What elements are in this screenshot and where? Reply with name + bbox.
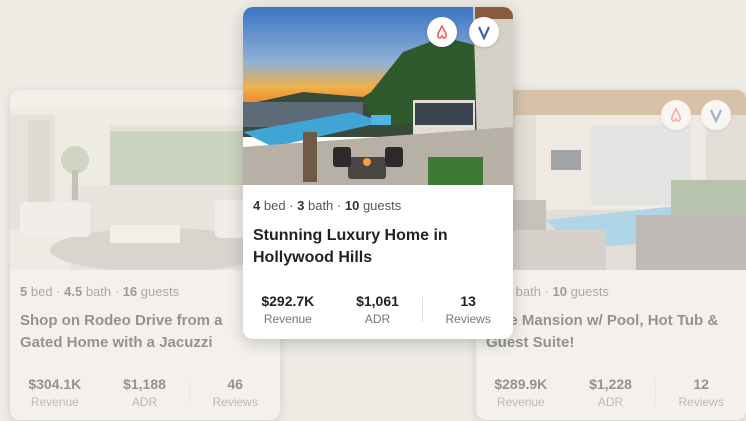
- reviews-label: Reviews: [678, 395, 724, 409]
- listing-stats: $289.9K Revenue $1,228 ADR 12 Reviews: [476, 376, 746, 409]
- listing-title[interactable]: Stunning Luxury Home in Hollywood Hills: [253, 225, 483, 269]
- adr-value: $1,061: [356, 293, 399, 309]
- living-room-photo: [10, 90, 280, 270]
- reviews-value: 46: [227, 376, 243, 392]
- revenue-value: $304.1K: [28, 376, 82, 392]
- listing-stats: $304.1K Revenue $1,188 ADR 46 Reviews: [10, 376, 280, 409]
- listing-photo: [243, 7, 513, 185]
- airbnb-icon: [661, 100, 691, 130]
- listing-card-right[interactable]: d · 5 bath · 10 guests rose Mansion w/ P…: [476, 90, 746, 420]
- adr-value: $1,228: [589, 376, 632, 392]
- adr-label: ADR: [131, 395, 158, 409]
- adr-value: $1,188: [123, 376, 166, 392]
- listing-title[interactable]: Shop on Rodeo Drive from a Gated Home wi…: [20, 310, 255, 354]
- vrbo-icon: [701, 100, 731, 130]
- reviews-value: 13: [460, 293, 476, 309]
- listing-stats: $292.7K Revenue $1,061 ADR 13 Reviews: [243, 293, 513, 326]
- listing-meta: 5 bed · 4.5 bath · 16 guests: [20, 284, 180, 299]
- reviews-label: Reviews: [212, 395, 258, 409]
- revenue-label: Revenue: [496, 395, 545, 409]
- listing-card-featured[interactable]: 4 bed · 3 bath · 10 guests Stunning Luxu…: [243, 7, 513, 339]
- reviews-label: Reviews: [445, 312, 491, 326]
- listing-photo: [476, 90, 746, 270]
- revenue-value: $292.7K: [261, 293, 315, 309]
- adr-label: ADR: [597, 395, 624, 409]
- vrbo-icon: [469, 17, 499, 47]
- reviews-value: 12: [693, 376, 709, 392]
- listing-card-left[interactable]: 5 bed · 4.5 bath · 16 guests Shop on Rod…: [10, 90, 280, 420]
- listing-photo: [10, 90, 280, 270]
- adr-label: ADR: [364, 312, 391, 326]
- revenue-value: $289.9K: [494, 376, 548, 392]
- airbnb-icon: [427, 17, 457, 47]
- revenue-label: Revenue: [263, 312, 312, 326]
- revenue-label: Revenue: [30, 395, 79, 409]
- listing-meta: 4 bed · 3 bath · 10 guests: [253, 198, 402, 213]
- listing-title[interactable]: rose Mansion w/ Pool, Hot Tub & Guest Su…: [486, 310, 726, 354]
